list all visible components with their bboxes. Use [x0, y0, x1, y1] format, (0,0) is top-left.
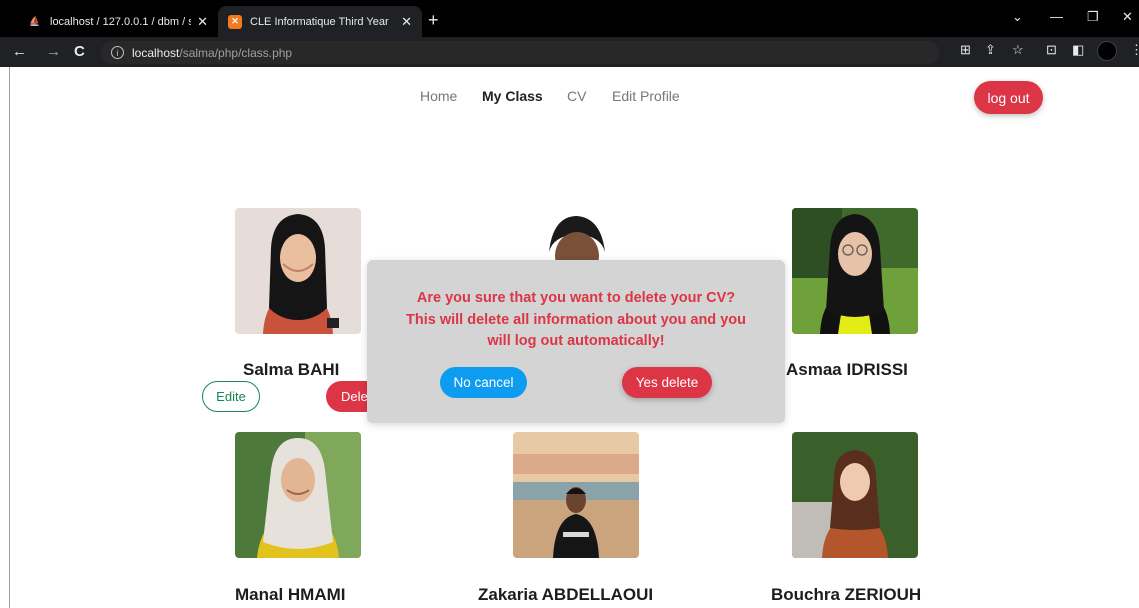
forward-icon[interactable]: →	[46, 43, 61, 60]
new-tab-icon[interactable]: +	[428, 10, 439, 31]
url-path: /salma/php/class.php	[179, 45, 293, 60]
confirm-delete-button[interactable]: Yes delete	[622, 367, 712, 398]
info-icon[interactable]: i	[111, 46, 124, 59]
close-icon[interactable]: ✕	[401, 14, 412, 30]
back-icon[interactable]: ←	[12, 43, 27, 60]
menu-icon[interactable]: ⋮	[1130, 42, 1139, 58]
tab-search-icon[interactable]: ⌄	[1012, 9, 1023, 25]
student-name: Bouchra ZERIOUH	[771, 585, 922, 604]
student-photo-bouchra	[792, 432, 918, 558]
student-photo-manal	[235, 432, 361, 558]
nav-edit-profile[interactable]: Edit Profile	[612, 88, 680, 104]
logout-button[interactable]: log out	[974, 81, 1043, 114]
bookmark-star-icon[interactable]: ☆	[1012, 42, 1024, 58]
close-window-icon[interactable]: ✕	[1122, 9, 1133, 25]
nav-home[interactable]: Home	[420, 88, 457, 104]
tab-cle-informatique[interactable]: ✕ CLE Informatique Third Year ✕	[218, 6, 422, 37]
delete-confirm-dialog: Are you sure that you want to delete you…	[367, 260, 785, 423]
nav-cv[interactable]: CV	[567, 88, 586, 104]
student-name: Manal HMAMI	[235, 585, 346, 604]
browser-chrome: ⛵ localhost / 127.0.0.1 / dbm / stud ✕ ✕…	[0, 0, 1139, 67]
dialog-message-line: Are you sure that you want to delete you…	[416, 290, 736, 306]
tab-phpmyadmin[interactable]: ⛵ localhost / 127.0.0.1 / dbm / stud ✕	[18, 6, 218, 37]
student-photo-zakaria	[513, 432, 639, 558]
tab-strip: ⛵ localhost / 127.0.0.1 / dbm / stud ✕ ✕…	[0, 0, 1139, 37]
restore-icon[interactable]: ❐	[1087, 9, 1099, 25]
student-name: Salma BAHI	[243, 360, 340, 379]
xampp-icon: ✕	[228, 14, 242, 29]
close-icon[interactable]: ✕	[197, 14, 208, 30]
student-photo-asmaa	[792, 208, 918, 334]
tab-title: localhost / 127.0.0.1 / dbm / stud	[50, 15, 192, 28]
cancel-button[interactable]: No cancel	[440, 367, 527, 398]
translate-icon[interactable]: ⊞	[960, 42, 971, 58]
profile-avatar[interactable]	[1097, 41, 1117, 61]
url-host: localhost	[132, 45, 180, 60]
tab-title: CLE Informatique Third Year	[250, 15, 389, 28]
nav-my-class[interactable]: My Class	[482, 88, 543, 104]
student-photo-salma	[235, 208, 361, 334]
student-name: Asmaa IDRISSI	[786, 360, 908, 379]
cast-icon[interactable]: ⊡	[1046, 42, 1057, 58]
share-icon[interactable]: ⇪	[985, 42, 996, 58]
reload-icon[interactable]: C	[74, 43, 85, 60]
page-content: Home My Class CV Edit Profile log out Sa…	[10, 67, 1139, 608]
edit-button[interactable]: Edite	[202, 381, 260, 412]
side-panel-icon[interactable]: ◧	[1072, 42, 1084, 58]
dialog-message: Are you sure that you want to delete you…	[377, 288, 775, 353]
phpmyadmin-icon: ⛵	[29, 16, 41, 26]
student-name: Zakaria ABDELLAOUI	[478, 585, 654, 604]
minimize-icon[interactable]: —	[1050, 9, 1063, 24]
dialog-message-line: will log out automatically!	[487, 333, 665, 349]
dialog-message-line: This will delete all information about y…	[406, 311, 746, 328]
url-input[interactable]: i localhost/salma/php/class.php	[101, 41, 939, 64]
